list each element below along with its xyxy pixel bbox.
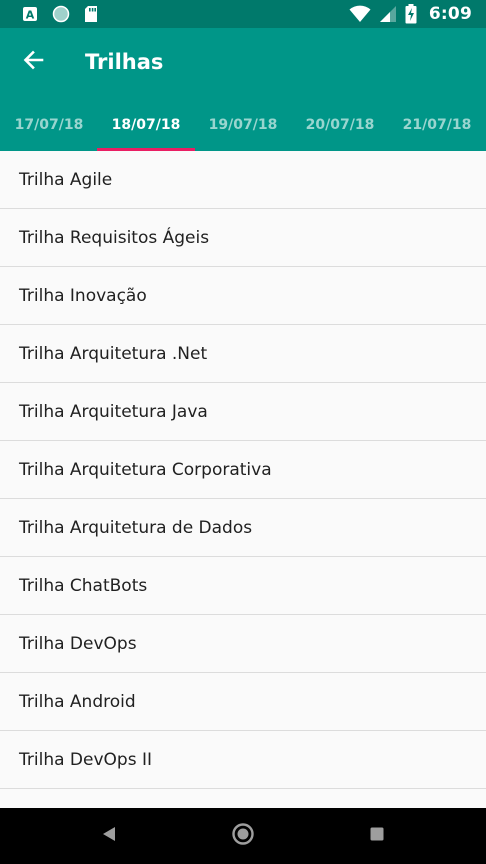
tab-20-07-18[interactable]: 20/07/18 [291, 96, 389, 151]
signal-icon [379, 5, 397, 23]
list-item[interactable]: Trilha Arquitetura Java [0, 383, 486, 441]
page-title: Trilhas [85, 50, 164, 74]
tab-label: 21/07/18 [402, 116, 472, 133]
tab-label: 17/07/18 [14, 116, 84, 133]
status-bar: A 6:09 [0, 0, 486, 28]
list-item[interactable]: Trilha Android [0, 673, 486, 731]
list-item[interactable]: Trilha ChatBots [0, 557, 486, 615]
list-item[interactable]: Trilha Requisitos Ágeis [0, 209, 486, 267]
list-item[interactable]: Trilha Arquitetura Corporativa [0, 441, 486, 499]
list-item[interactable]: Trilha DevOps II [0, 731, 486, 789]
sd-card-icon [84, 5, 98, 23]
back-button[interactable] [0, 28, 66, 96]
list-item[interactable]: Trilha Arquitetura de Dados [0, 499, 486, 557]
system-nav-bar [0, 808, 486, 864]
tab-21-07-18[interactable]: 21/07/18 [388, 96, 486, 151]
app-bar: Trilhas [0, 28, 486, 96]
app-a-icon: A [22, 6, 38, 22]
nav-recents-button[interactable] [353, 820, 401, 852]
nav-back-button[interactable] [85, 820, 133, 852]
nav-home-button[interactable] [219, 820, 267, 852]
battery-charging-icon [405, 4, 417, 24]
list-item[interactable]: Trilha DevOps [0, 615, 486, 673]
list-item[interactable]: Trilha Arquitetura .Net [0, 325, 486, 383]
recents-square-icon [369, 826, 385, 847]
back-triangle-icon [100, 825, 118, 848]
tab-label: 20/07/18 [305, 116, 375, 133]
tab-18-07-18[interactable]: 18/07/18 [97, 96, 195, 151]
svg-text:A: A [26, 9, 35, 22]
wifi-icon [349, 5, 371, 23]
tab-19-07-18[interactable]: 19/07/18 [194, 96, 292, 151]
tab-label: 18/07/18 [111, 116, 181, 133]
tab-17-07-18[interactable]: 17/07/18 [0, 96, 98, 151]
list-item[interactable] [0, 789, 486, 808]
list-item[interactable]: Trilha Inovação [0, 267, 486, 325]
list-item[interactable]: Trilha Agile [0, 151, 486, 209]
home-circle-icon [231, 822, 255, 851]
status-time: 6:09 [428, 4, 472, 24]
tab-label: 19/07/18 [208, 116, 278, 133]
circle-icon [52, 5, 70, 23]
arrow-back-icon [22, 49, 44, 76]
track-list[interactable]: Trilha Agile Trilha Requisitos Ágeis Tri… [0, 151, 486, 808]
date-tab-bar: 17/07/18 18/07/18 19/07/18 20/07/18 21/0… [0, 96, 486, 151]
